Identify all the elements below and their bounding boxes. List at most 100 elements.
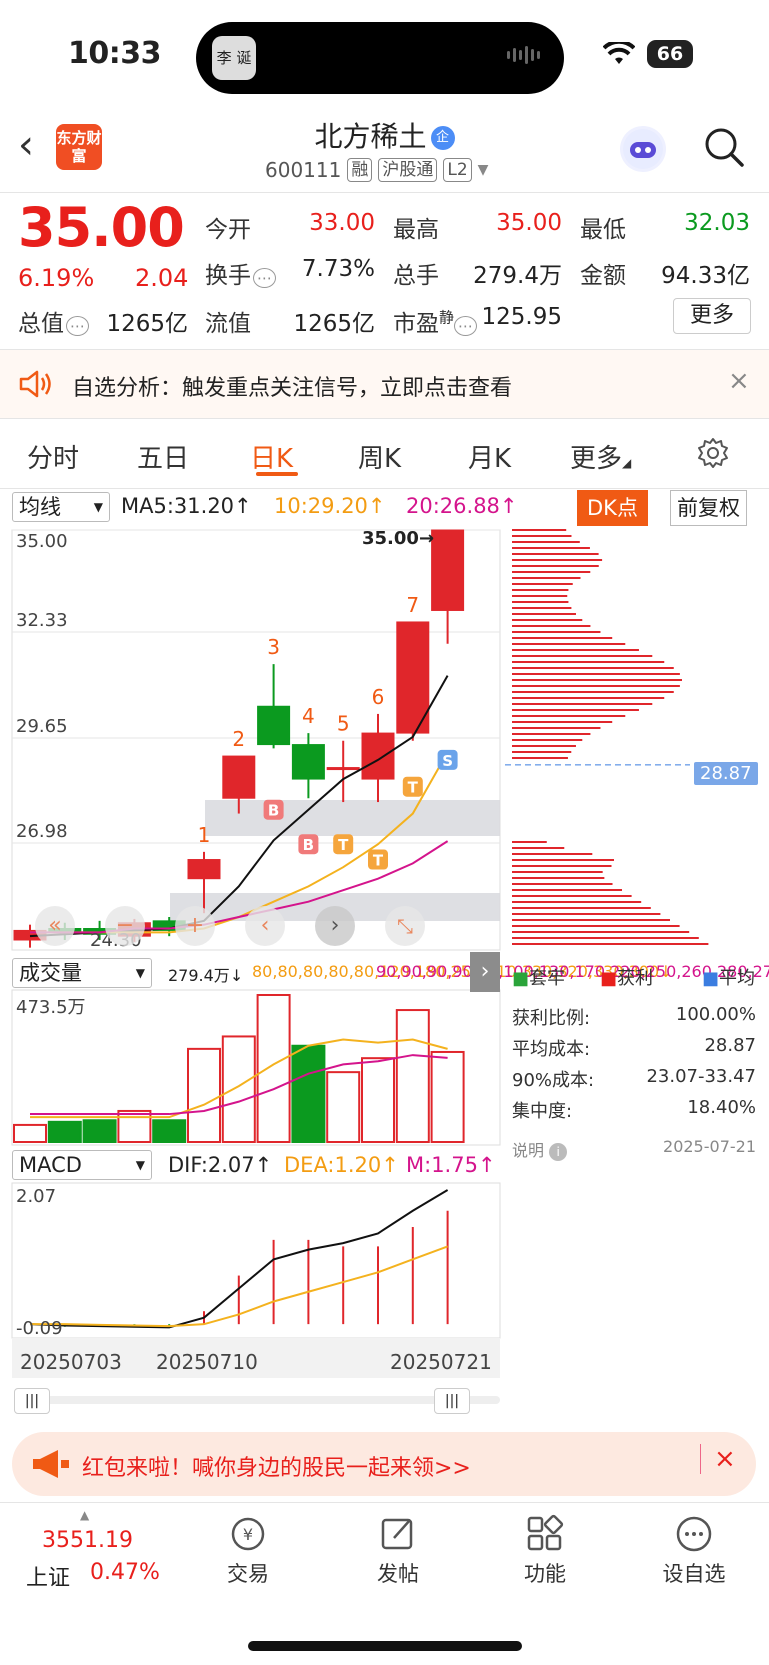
info-icon: i: [549, 1143, 568, 1161]
chevron-down-icon[interactable]: ▼: [478, 162, 489, 178]
turnover-label: 换手 ⋯: [205, 256, 276, 290]
wifi-icon: [603, 42, 635, 64]
tab-daily-k[interactable]: 日K: [250, 438, 293, 475]
buy-signal-text: B: [303, 836, 314, 854]
expand-icon[interactable]: ⤡: [385, 906, 425, 946]
enterprise-badge: 企: [430, 126, 455, 150]
volume-bar: [430, 1050, 465, 1143]
open-label: 今开: [205, 217, 251, 243]
high-value: 35.00: [496, 210, 562, 236]
candle-body: [361, 732, 395, 780]
status-time: 10:33: [68, 36, 162, 71]
volume-bar: [187, 1047, 221, 1143]
avg-cost-label: 平均成本:: [512, 1039, 591, 1060]
candle-body: [291, 744, 325, 780]
tab-monthly-k[interactable]: 月K: [468, 438, 511, 475]
caret-up-icon: ▲: [80, 1508, 90, 1522]
promo-text: 红包来啦！喊你身边的股民一起来领>>: [82, 1456, 471, 1481]
settings-gear-icon[interactable]: [697, 437, 729, 469]
range-handle-left[interactable]: |||: [14, 1388, 50, 1414]
concentration-value: 18.40%: [687, 1097, 756, 1118]
date-label-1: 20250710: [156, 1350, 258, 1374]
island-avatar: 李 诞: [212, 36, 256, 80]
t-signal-text: T: [373, 852, 384, 870]
legend-profit: ■获利: [600, 968, 654, 989]
close-icon[interactable]: ×: [714, 1444, 736, 1474]
index-name[interactable]: 上证: [26, 1560, 70, 1592]
index-pct[interactable]: 0.47%: [90, 1560, 160, 1585]
stock-code-row[interactable]: 600111 融 沪股通 L2 ▼: [265, 158, 488, 182]
compose-icon[interactable]: [378, 1514, 418, 1554]
float-label: 流值: [205, 311, 251, 337]
trade-icon[interactable]: ¥: [228, 1514, 268, 1554]
tab-minute[interactable]: 分时: [27, 438, 79, 475]
t-signal-text: T: [338, 836, 349, 854]
apps-icon[interactable]: [525, 1514, 565, 1554]
zoom-out-icon[interactable]: −: [105, 906, 145, 946]
dif-legend: DIF:2.07↑: [168, 1153, 273, 1177]
nav-function[interactable]: 功能: [490, 1558, 600, 1588]
audio-wave-icon: [507, 46, 540, 64]
close-icon[interactable]: ×: [728, 366, 750, 396]
y-tick-1: 32.33: [16, 610, 68, 631]
amount-label: 金额: [580, 263, 626, 289]
indicator-select[interactable]: 均线 ▼: [12, 492, 110, 522]
battery-indicator: 66: [647, 40, 693, 68]
robot-assistant-icon[interactable]: [620, 126, 666, 172]
candle-body: [187, 859, 221, 880]
volume-bar: [117, 1109, 152, 1143]
nav-trade[interactable]: 交易: [193, 1558, 303, 1588]
ma20-legend: 20:26.88↑: [406, 494, 518, 518]
banner-text: 自选分析：触发重点关注信号，立即点击查看: [72, 376, 513, 401]
candle-number-label: 3: [267, 635, 280, 659]
index-value[interactable]: 3551.19: [42, 1528, 133, 1553]
search-icon[interactable]: [703, 126, 745, 168]
change-amount: 2.04: [135, 264, 189, 292]
volume-bar: [256, 994, 291, 1143]
dynamic-island: 李 诞: [196, 22, 564, 94]
analysis-banner[interactable]: 自选分析：触发重点关注信号，立即点击查看 ×: [0, 350, 769, 418]
zoom-in-icon[interactable]: +: [175, 906, 215, 946]
svg-text:¥: ¥: [243, 1525, 253, 1544]
tab-five-day[interactable]: 五日: [137, 438, 189, 475]
kline-chart[interactable]: 12345678BBTTTS: [0, 525, 769, 1385]
more-dots-icon[interactable]: [674, 1514, 714, 1554]
candle-number-label: 1: [198, 823, 211, 847]
macd-bottom-label: -0.09: [16, 1318, 63, 1339]
note-link[interactable]: 说明 i: [512, 1137, 568, 1161]
ma10-legend: 10:29.20↑: [274, 494, 386, 518]
buy-signal-text: B: [268, 802, 279, 820]
last-price-label: 35.00→: [362, 528, 435, 549]
stock-code: 600111: [265, 158, 342, 182]
macd-select[interactable]: MACD ▼: [12, 1150, 152, 1180]
dk-point-button[interactable]: DK点: [577, 490, 648, 526]
more-quote-button[interactable]: 更多: [673, 298, 751, 334]
tab-more[interactable]: 更多◢: [570, 438, 631, 475]
range-handle-right[interactable]: |||: [434, 1388, 470, 1414]
chevron-right-icon[interactable]: ›: [315, 906, 355, 946]
speaker-icon: [19, 370, 51, 398]
adjust-button[interactable]: 前复权: [670, 490, 747, 526]
promo-banner[interactable]: 红包来啦！喊你身边的股民一起来领>> ×: [12, 1432, 756, 1496]
stock-name: 北方稀土: [314, 120, 427, 153]
chevron-left-icon[interactable]: ‹: [245, 906, 285, 946]
rewind-icon[interactable]: «: [35, 906, 75, 946]
t-signal-text: T: [408, 779, 419, 797]
megaphone-icon: [33, 1450, 69, 1478]
volume-select[interactable]: 成交量 ▼: [12, 958, 152, 988]
volume-bar: [221, 1035, 256, 1143]
volume-value: 279.4万: [473, 263, 562, 289]
nav-add-watchlist[interactable]: 设自选: [639, 1558, 749, 1588]
current-price: 35.00: [18, 196, 185, 259]
tab-weekly-k[interactable]: 周K: [358, 438, 401, 475]
chevron-right-icon[interactable]: ›: [470, 952, 500, 992]
range-slider-track[interactable]: [14, 1396, 500, 1404]
nav-post[interactable]: 发帖: [343, 1558, 453, 1588]
total-value-label: 总值 ⋯: [18, 304, 91, 338]
low-label: 最低: [580, 217, 626, 243]
volume-bar: [326, 1071, 361, 1143]
macd-panel-frame: [11, 1182, 501, 1339]
candle-number-label: 5: [337, 712, 350, 736]
avg-cost-value: 28.87: [704, 1035, 756, 1056]
volume-bar: [82, 1119, 117, 1143]
